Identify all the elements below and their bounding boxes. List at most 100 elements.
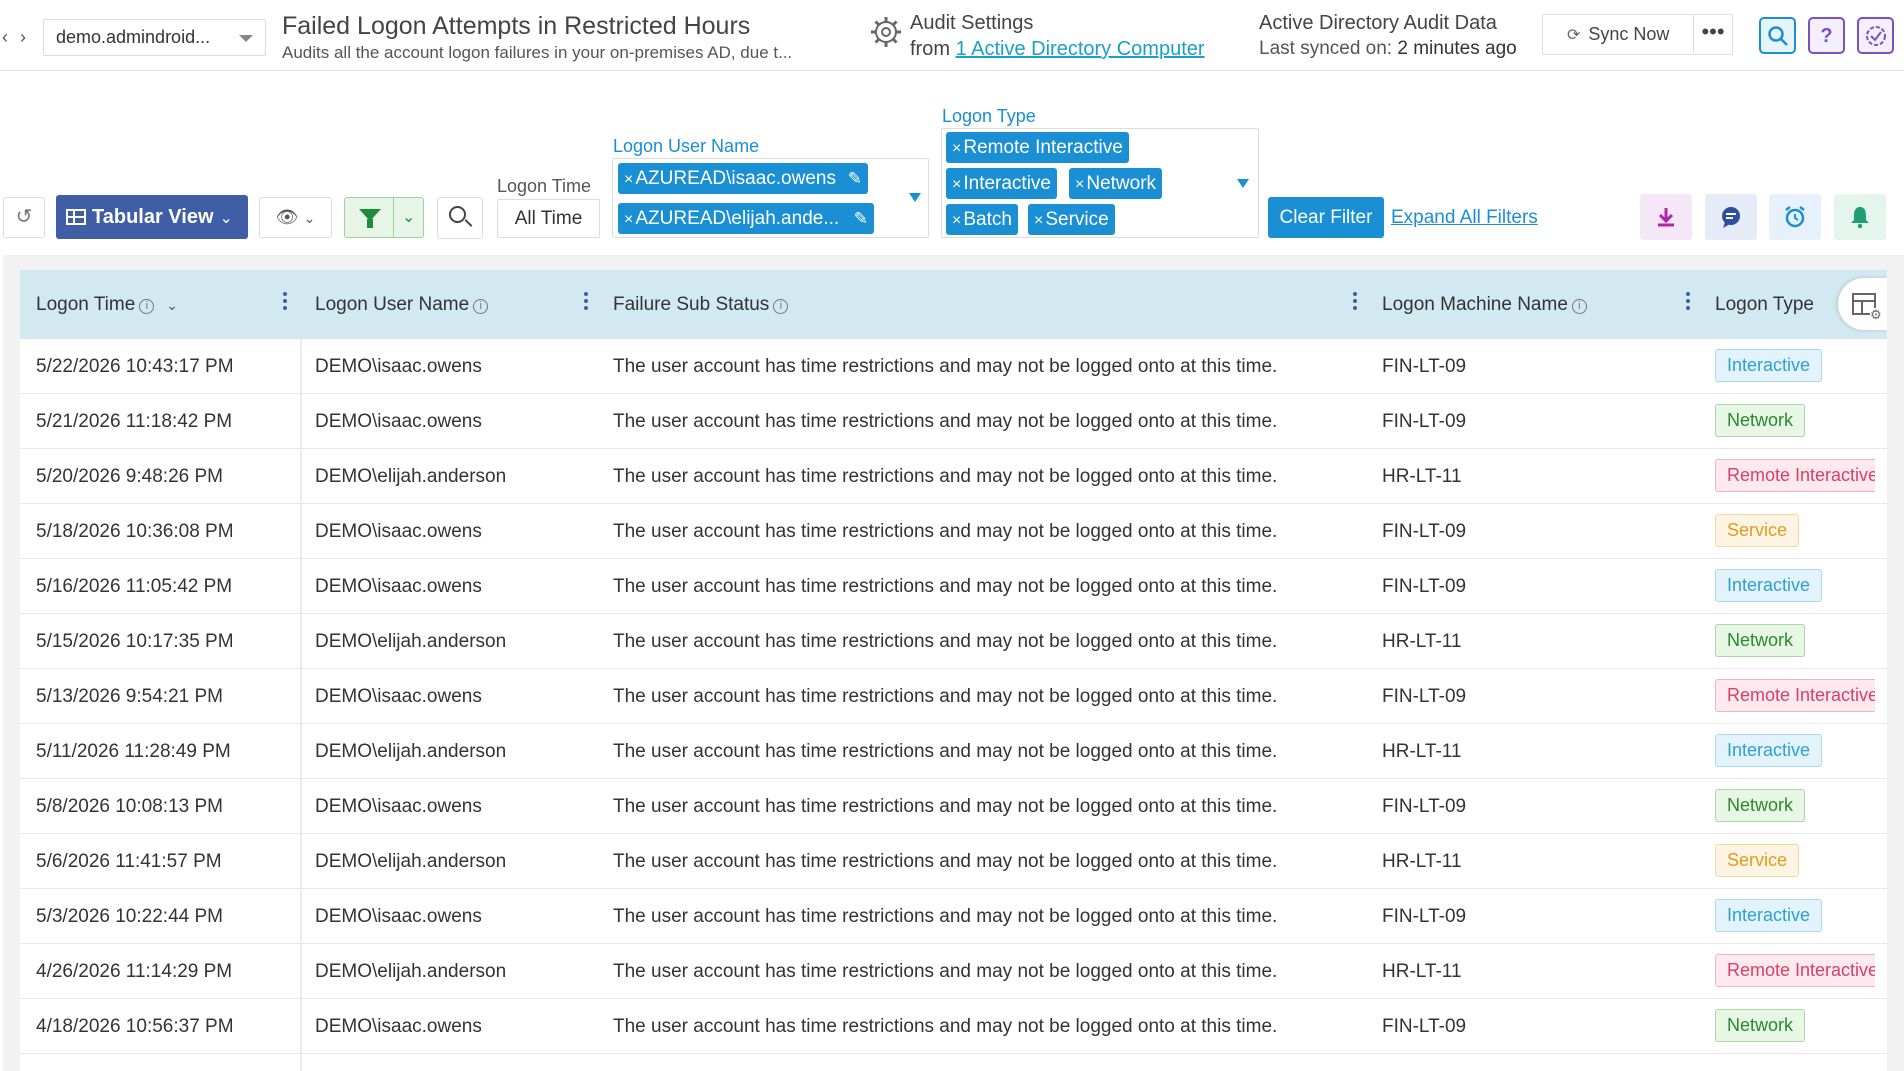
table-row[interactable]: 5/6/2026 11:41:57 PM DEMO\elijah.anderson… xyxy=(20,834,1887,889)
info-icon[interactable]: i xyxy=(139,299,155,314)
chat-bubble-icon xyxy=(1722,207,1740,228)
table-cell: FIN-LT-09 xyxy=(1382,1016,1467,1037)
remove-chip-icon[interactable]: × xyxy=(952,140,961,157)
column-menu-icon[interactable] xyxy=(282,292,288,316)
table-cell: 4/18/2026 10:56:37 PM xyxy=(36,1016,234,1037)
logon-type-badge: Service xyxy=(1715,514,1800,548)
logon-type-badge: Interactive xyxy=(1715,734,1823,768)
remove-chip-icon[interactable]: × xyxy=(952,176,961,193)
info-icon[interactable]: i xyxy=(473,299,489,314)
table-cell: DEMO\elijah.anderson xyxy=(315,741,507,762)
back-arrow-icon[interactable]: ‹ xyxy=(2,24,18,50)
type-chip[interactable]: × Interactive xyxy=(946,168,1057,199)
table-cell: 5/8/2026 10:08:13 PM xyxy=(36,796,223,817)
domain-select[interactable]: demo.admindroid... xyxy=(43,19,266,56)
table-row[interactable]: 5/3/2026 10:22:44 PM DEMO\isaac.owens The … xyxy=(20,889,1887,944)
column-visibility-button[interactable]: 👁 ⌄ xyxy=(259,197,332,238)
table-cell: 5/11/2026 11:28:49 PM xyxy=(36,741,231,762)
remove-chip-icon[interactable]: × xyxy=(624,171,633,188)
table-row[interactable]: 5/18/2026 10:36:08 PM DEMO\isaac.owens The… xyxy=(20,504,1887,559)
table-cell: The user account has time restrictions a… xyxy=(613,521,1278,542)
audit-computer-link[interactable]: 1 Active Directory Computer xyxy=(956,38,1205,60)
column-header-label: Logon Time xyxy=(36,294,136,315)
expand-all-filters-link[interactable]: Expand All Filters xyxy=(1391,207,1538,229)
logon-time-filter[interactable]: All Time xyxy=(497,199,600,238)
search-icon xyxy=(449,206,466,223)
alert-button[interactable] xyxy=(1834,194,1886,240)
user-name-filter-label: Logon User Name xyxy=(613,136,760,156)
table-cell: HR-LT-11 xyxy=(1382,741,1462,762)
column-menu-icon[interactable] xyxy=(1352,292,1358,316)
column-menu-icon[interactable] xyxy=(1685,292,1691,316)
table-cell: Remote Interactive xyxy=(1715,449,1875,504)
table-search-button[interactable] xyxy=(437,197,483,239)
table-row[interactable]: 5/16/2026 11:05:42 PM DEMO\isaac.owens The… xyxy=(20,559,1887,614)
table-row[interactable]: 5/8/2026 10:08:13 PM DEMO\isaac.owens The … xyxy=(20,779,1887,834)
search-icon xyxy=(1767,26,1788,46)
dropdown-caret-icon[interactable] xyxy=(909,193,921,202)
view-switcher-button[interactable]: Tabular View ⌄ xyxy=(56,195,248,239)
download-icon xyxy=(1658,208,1674,227)
remove-chip-icon[interactable]: × xyxy=(1034,212,1043,229)
column-header-logon-user-name[interactable]: Logon User Name i xyxy=(315,270,489,339)
export-button[interactable] xyxy=(1640,194,1692,240)
reset-button[interactable]: ↺ xyxy=(3,197,45,238)
edit-pencil-icon[interactable]: ✎ xyxy=(854,203,868,234)
table-row[interactable]: 5/21/2026 11:18:42 PM DEMO\isaac.owens The… xyxy=(20,394,1887,449)
sync-icon: ⟳ xyxy=(1567,27,1581,44)
edit-pencil-icon[interactable]: ✎ xyxy=(848,163,862,194)
reset-icon: ↺ xyxy=(15,206,33,228)
table-row[interactable]: 4/18/2026 10:56:37 PM DEMO\isaac.owens The… xyxy=(20,999,1887,1054)
dropdown-caret-icon[interactable] xyxy=(1237,179,1249,188)
table-row[interactable]: 4/26/2026 11:14:29 PM DEMO\elijah.anderso… xyxy=(20,944,1887,999)
audit-data-title: Active Directory Audit Data xyxy=(1259,12,1497,34)
help-button[interactable]: ? xyxy=(1808,17,1845,54)
table-grid-icon xyxy=(66,209,86,225)
type-chip[interactable]: × Remote Interactive xyxy=(946,132,1129,163)
user-chip[interactable]: × AZUREAD\isaac.owens ✎ xyxy=(618,163,868,194)
chevron-down-icon[interactable]: ⌄ xyxy=(402,207,415,227)
column-settings-button[interactable]: ⚙ xyxy=(1838,278,1887,330)
clear-filter-button[interactable]: Clear Filter xyxy=(1268,197,1384,238)
table-cell: Network xyxy=(1715,779,1875,834)
checklist-button[interactable] xyxy=(1857,17,1894,54)
column-menu-icon[interactable] xyxy=(583,292,589,316)
domain-select-value: demo.admindroid... xyxy=(56,27,211,47)
type-chip[interactable]: × Batch xyxy=(946,204,1018,235)
info-icon[interactable]: i xyxy=(773,299,789,314)
remove-chip-icon[interactable]: × xyxy=(952,212,961,229)
column-header-logon-machine-name[interactable]: Logon Machine Name i xyxy=(1382,270,1587,339)
logon-type-badge: Interactive xyxy=(1715,349,1823,383)
user-chip[interactable]: × AZUREAD\elijah.ande... ✎ xyxy=(618,203,874,234)
remove-chip-icon[interactable]: × xyxy=(624,211,633,228)
type-chip[interactable]: × Service xyxy=(1028,204,1115,235)
type-chip[interactable]: × Network xyxy=(1069,168,1163,199)
gear-icon: ⚙ xyxy=(1870,307,1882,322)
column-header-failure-sub-status[interactable]: Failure Sub Status i xyxy=(613,270,789,339)
info-icon[interactable]: i xyxy=(1571,299,1587,314)
table-row[interactable]: 5/22/2026 10:43:17 PM DEMO\isaac.owens The… xyxy=(20,339,1887,394)
table-row[interactable]: 5/15/2026 10:17:35 PM DEMO\elijah.anderso… xyxy=(20,614,1887,669)
sort-descending-icon[interactable]: ⌄ xyxy=(166,297,178,313)
user-name-filter[interactable]: × AZUREAD\isaac.owens ✎ × AZUREAD\elijah.an… xyxy=(612,158,929,238)
schedule-button[interactable] xyxy=(1769,194,1821,240)
comment-button[interactable] xyxy=(1705,194,1757,240)
table-row[interactable]: 5/20/2026 9:48:26 PM DEMO\elijah.anderson… xyxy=(20,449,1887,504)
remove-chip-icon[interactable]: × xyxy=(1075,176,1084,193)
filter-button[interactable]: ⌄ xyxy=(344,197,424,238)
table-cell: 5/20/2026 9:48:26 PM xyxy=(36,466,223,487)
last-synced: Last synced on: 2 minutes ago xyxy=(1259,38,1517,60)
audit-settings-source: from 1 Active Directory Computer xyxy=(910,38,1205,61)
more-options-button[interactable]: ••• xyxy=(1693,14,1733,55)
logon-type-filter[interactable]: × Remote Interactive × Interactive × Networ… xyxy=(941,128,1259,238)
table-row[interactable]: 5/11/2026 11:28:49 PM DEMO\elijah.anderso… xyxy=(20,724,1887,779)
table-row[interactable]: 5/13/2026 9:54:21 PM DEMO\isaac.owens The … xyxy=(20,669,1887,724)
column-header-logon-type[interactable]: Logon Type xyxy=(1715,270,1814,339)
logon-type-badge: Network xyxy=(1715,624,1806,658)
sync-now-label: Sync Now xyxy=(1588,24,1670,44)
column-header-logon-time[interactable]: Logon Time i ⌄ xyxy=(36,270,178,339)
forward-arrow-icon[interactable]: › xyxy=(20,24,36,50)
global-search-button[interactable] xyxy=(1759,17,1796,54)
audit-settings-gear-icon[interactable] xyxy=(868,14,904,50)
table-cell: HR-LT-11 xyxy=(1382,851,1462,872)
